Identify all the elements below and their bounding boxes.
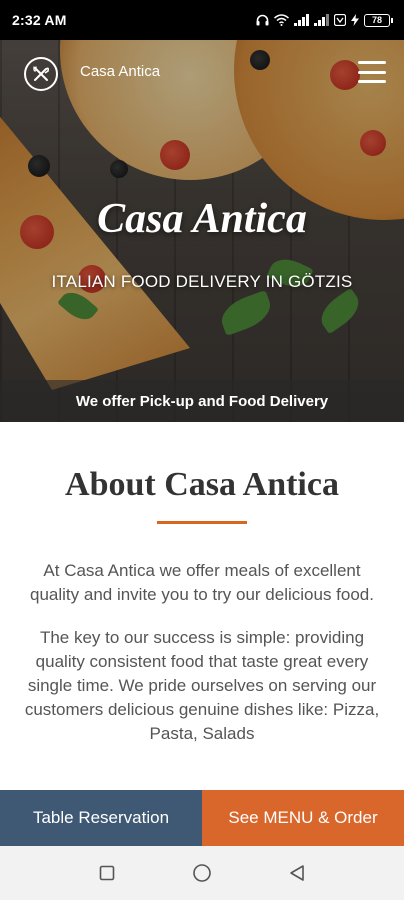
table-reservation-button[interactable]: Table Reservation bbox=[0, 790, 202, 846]
volte-icon bbox=[334, 14, 346, 26]
see-menu-order-button[interactable]: See MENU & Order bbox=[202, 790, 404, 846]
signal-icon bbox=[314, 14, 329, 26]
wifi-icon bbox=[274, 14, 289, 26]
headphones-icon bbox=[256, 14, 269, 26]
hero-section: Casa Antica Casa Antica ITALIAN FOOD DEL… bbox=[0, 40, 404, 422]
recents-square-icon[interactable] bbox=[92, 858, 122, 888]
status-time: 2:32 AM bbox=[12, 12, 67, 28]
hamburger-menu-icon[interactable] bbox=[358, 61, 386, 83]
status-icons: 78 bbox=[256, 13, 393, 27]
signal-icon bbox=[294, 14, 309, 26]
brand-name[interactable]: Casa Antica bbox=[80, 63, 160, 80]
hero-title: Casa Antica bbox=[97, 196, 307, 242]
about-section: About Casa Antica At Casa Antica we offe… bbox=[0, 422, 404, 790]
service-banner: We offer Pick-up and Food Delivery bbox=[0, 380, 404, 422]
battery-icon: 78 bbox=[364, 13, 393, 27]
home-circle-icon[interactable] bbox=[187, 858, 217, 888]
hero-subtitle: ITALIAN FOOD DELIVERY IN GÖTZIS bbox=[51, 272, 353, 291]
cta-bar: Table Reservation See MENU & Order bbox=[0, 790, 404, 846]
battery-level: 78 bbox=[371, 15, 382, 25]
status-bar: 2:32 AM 78 bbox=[0, 0, 404, 40]
about-title: About Casa Antica bbox=[65, 466, 339, 503]
title-divider bbox=[157, 521, 247, 524]
system-nav-bar bbox=[0, 846, 404, 900]
fork-knife-icon bbox=[33, 66, 50, 81]
about-paragraph: At Casa Antica we offer meals of excelle… bbox=[30, 561, 374, 604]
charging-icon bbox=[351, 14, 359, 26]
back-triangle-icon[interactable] bbox=[282, 858, 312, 888]
about-paragraph: The key to our success is simple: provid… bbox=[24, 628, 380, 743]
logo[interactable] bbox=[24, 57, 58, 91]
